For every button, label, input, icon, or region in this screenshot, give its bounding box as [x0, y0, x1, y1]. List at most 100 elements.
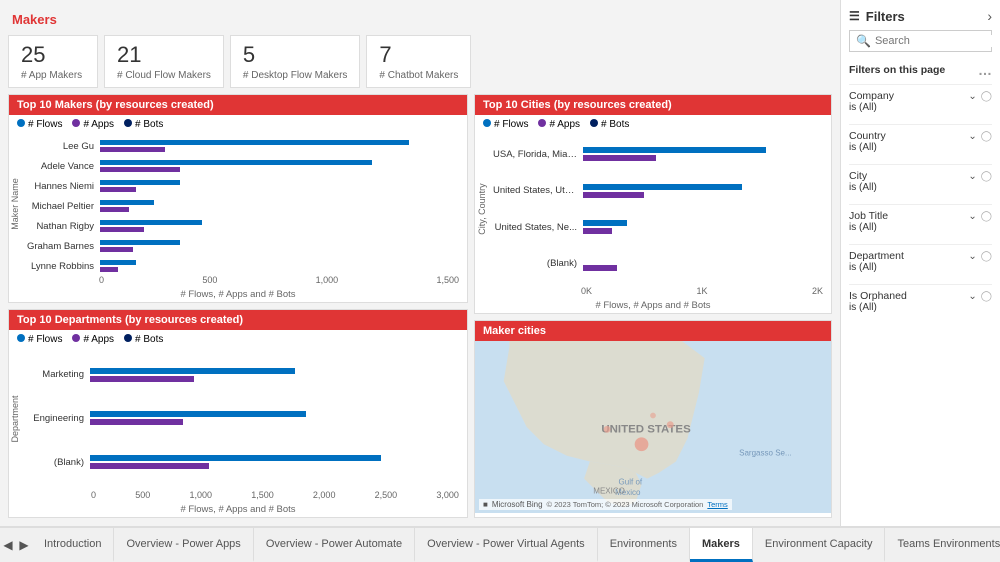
dept-legend-bots: # Bots	[124, 334, 163, 345]
tab-overview-power-automate[interactable]: Overview - Power Automate	[254, 528, 415, 562]
maker-bars-1	[100, 159, 463, 173]
filter-company-clear[interactable]: ◯	[981, 91, 992, 102]
legend-flows: # Flows	[17, 119, 62, 130]
dept-bots-dot	[124, 334, 132, 342]
city-label-1: United States, Uta...	[493, 185, 583, 196]
top-cities-chart: Top 10 Cities (by resources created) # F…	[474, 94, 832, 314]
filters-section-title: Filters on this page …	[849, 62, 992, 78]
cities-y-axis-label: City, Country	[477, 169, 487, 249]
maker-cities-map-header: Maker cities	[475, 321, 831, 341]
maker-bars-5	[100, 239, 463, 253]
filter-orphaned-clear[interactable]: ◯	[981, 291, 992, 302]
maker-bars-0	[100, 139, 463, 153]
tab-introduction[interactable]: Introduction	[32, 528, 114, 562]
filter-item-department: Department ⌄ ◯ is (All)	[849, 244, 992, 278]
maker-row-5: Graham Barnes	[25, 239, 463, 253]
city-bots-dot	[590, 119, 598, 127]
map-terms-link[interactable]: Terms	[707, 500, 727, 509]
map-sargasso-label: Sargasso Se...	[739, 449, 792, 458]
cities-x-label: # Flows, # Apps and # Bots	[475, 298, 831, 313]
map-dot-4	[650, 413, 656, 419]
map-footer: ■ Microsoft Bing © 2023 TomTom; © 2023 M…	[479, 499, 732, 510]
top-depts-legend: # Flows # Apps # Bots	[9, 330, 467, 349]
filter-dept-expand[interactable]: ⌄	[968, 251, 976, 262]
city-legend-bots: # Bots	[590, 119, 629, 130]
map-dot-main	[635, 437, 649, 451]
filter-item-city: City ⌄ ◯ is (All)	[849, 164, 992, 198]
filter-search-box[interactable]: 🔍	[849, 30, 992, 52]
dept-row-0: Marketing	[25, 367, 463, 383]
dept-label-0: Marketing	[25, 369, 90, 380]
filter-city-clear[interactable]: ◯	[981, 171, 992, 182]
legend-apps: # Apps	[72, 119, 114, 130]
kpi-row: 25 # App Makers 21 # Cloud Flow Makers 5…	[8, 35, 832, 88]
tab-prev-button[interactable]: ◀	[0, 528, 16, 562]
filter-jobtitle-clear[interactable]: ◯	[981, 211, 992, 222]
city-legend-apps: # Apps	[538, 119, 580, 130]
maker-cities-map: Maker cities U	[474, 320, 832, 518]
map-dot-3	[604, 426, 611, 433]
tab-makers[interactable]: Makers	[690, 528, 753, 562]
city-flows-dot	[483, 119, 491, 127]
map-gulf-label: Gulf of	[619, 477, 643, 486]
bing-logo: ■	[483, 500, 488, 509]
main-area: Makers 25 # App Makers 21 # Cloud Flow M…	[0, 0, 1000, 526]
filter-country-clear[interactable]: ◯	[981, 131, 992, 142]
content-area: Makers 25 # App Makers 21 # Cloud Flow M…	[0, 0, 840, 526]
tab-overview-power-virtual-agents[interactable]: Overview - Power Virtual Agents	[415, 528, 598, 562]
filters-expand-icon[interactable]: ›	[987, 8, 992, 24]
makers-y-axis-label: Maker Name	[10, 164, 20, 244]
filter-item-country: Country ⌄ ◯ is (All)	[849, 124, 992, 158]
map-body: UNITED STATES Gulf of Mexico Sargasso Se…	[475, 341, 831, 513]
tab-environment-capacity[interactable]: Environment Capacity	[753, 528, 886, 562]
filter-search-input[interactable]	[875, 35, 1000, 47]
city-label-2: United States, Ne...	[493, 222, 583, 233]
tab-teams-environments[interactable]: Teams Environments	[885, 528, 1000, 562]
tab-environments[interactable]: Environments	[598, 528, 690, 562]
filter-country-expand[interactable]: ⌄	[968, 131, 976, 142]
dept-bars-2	[90, 454, 463, 470]
filter-item-is-orphaned: Is Orphaned ⌄ ◯ is (All)	[849, 284, 992, 318]
city-bars-2	[583, 219, 827, 235]
city-label-0: USA, Florida, Miami	[493, 149, 583, 160]
top-cities-legend: # Flows # Apps # Bots	[475, 115, 831, 134]
dept-bars-0	[90, 367, 463, 383]
dept-legend-flows: # Flows	[17, 334, 62, 345]
maker-label-2: Hannes Niemi	[25, 181, 100, 192]
filter-city-expand[interactable]: ⌄	[968, 171, 976, 182]
filter-orphaned-expand[interactable]: ⌄	[968, 291, 976, 302]
city-legend-flows: # Flows	[483, 119, 528, 130]
filter-dept-clear[interactable]: ◯	[981, 251, 992, 262]
city-bars-3	[583, 256, 827, 272]
kpi-cloud-flow-makers: 21 # Cloud Flow Makers	[104, 35, 224, 88]
city-row-0: USA, Florida, Miami	[493, 146, 827, 162]
kpi-app-makers: 25 # App Makers	[8, 35, 98, 88]
legend-bots: # Bots	[124, 119, 163, 130]
filters-title: ☰ Filters	[849, 9, 905, 24]
kpi-cloud-label: # Cloud Flow Makers	[117, 70, 211, 81]
dept-flows-dot	[17, 334, 25, 342]
filter-jobtitle-expand[interactable]: ⌄	[968, 211, 976, 222]
kpi-desktop-value: 5	[243, 42, 347, 68]
dept-row-1: Engineering	[25, 410, 463, 426]
maker-row-1: Adele Vance	[25, 159, 463, 173]
depts-x-axis: 0 500 1,000 1,500 2,000 2,500 3,000	[9, 488, 467, 502]
maker-label-1: Adele Vance	[25, 161, 100, 172]
city-apps-dot	[538, 119, 546, 127]
tab-next-button[interactable]: ▶	[16, 528, 32, 562]
filters-section-dots[interactable]: …	[978, 62, 992, 78]
kpi-app-makers-label: # App Makers	[21, 70, 85, 81]
city-label-3: (Blank)	[493, 258, 583, 269]
city-row-3: (Blank)	[493, 256, 827, 272]
kpi-chatbot-value: 7	[379, 42, 458, 68]
maker-row-6: Lynne Robbins	[25, 259, 463, 273]
maker-label-4: Nathan Rigby	[25, 221, 100, 232]
city-row-2: United States, Ne...	[493, 219, 827, 235]
tab-overview-power-apps[interactable]: Overview - Power Apps	[114, 528, 253, 562]
dept-label-1: Engineering	[25, 413, 90, 424]
filters-header: ☰ Filters ›	[849, 8, 992, 24]
flows-dot	[17, 119, 25, 127]
maker-label-0: Lee Gu	[25, 141, 100, 152]
filter-company-expand[interactable]: ⌄	[968, 91, 976, 102]
makers-x-axis: 0 500 1,000 1,500	[9, 273, 467, 287]
